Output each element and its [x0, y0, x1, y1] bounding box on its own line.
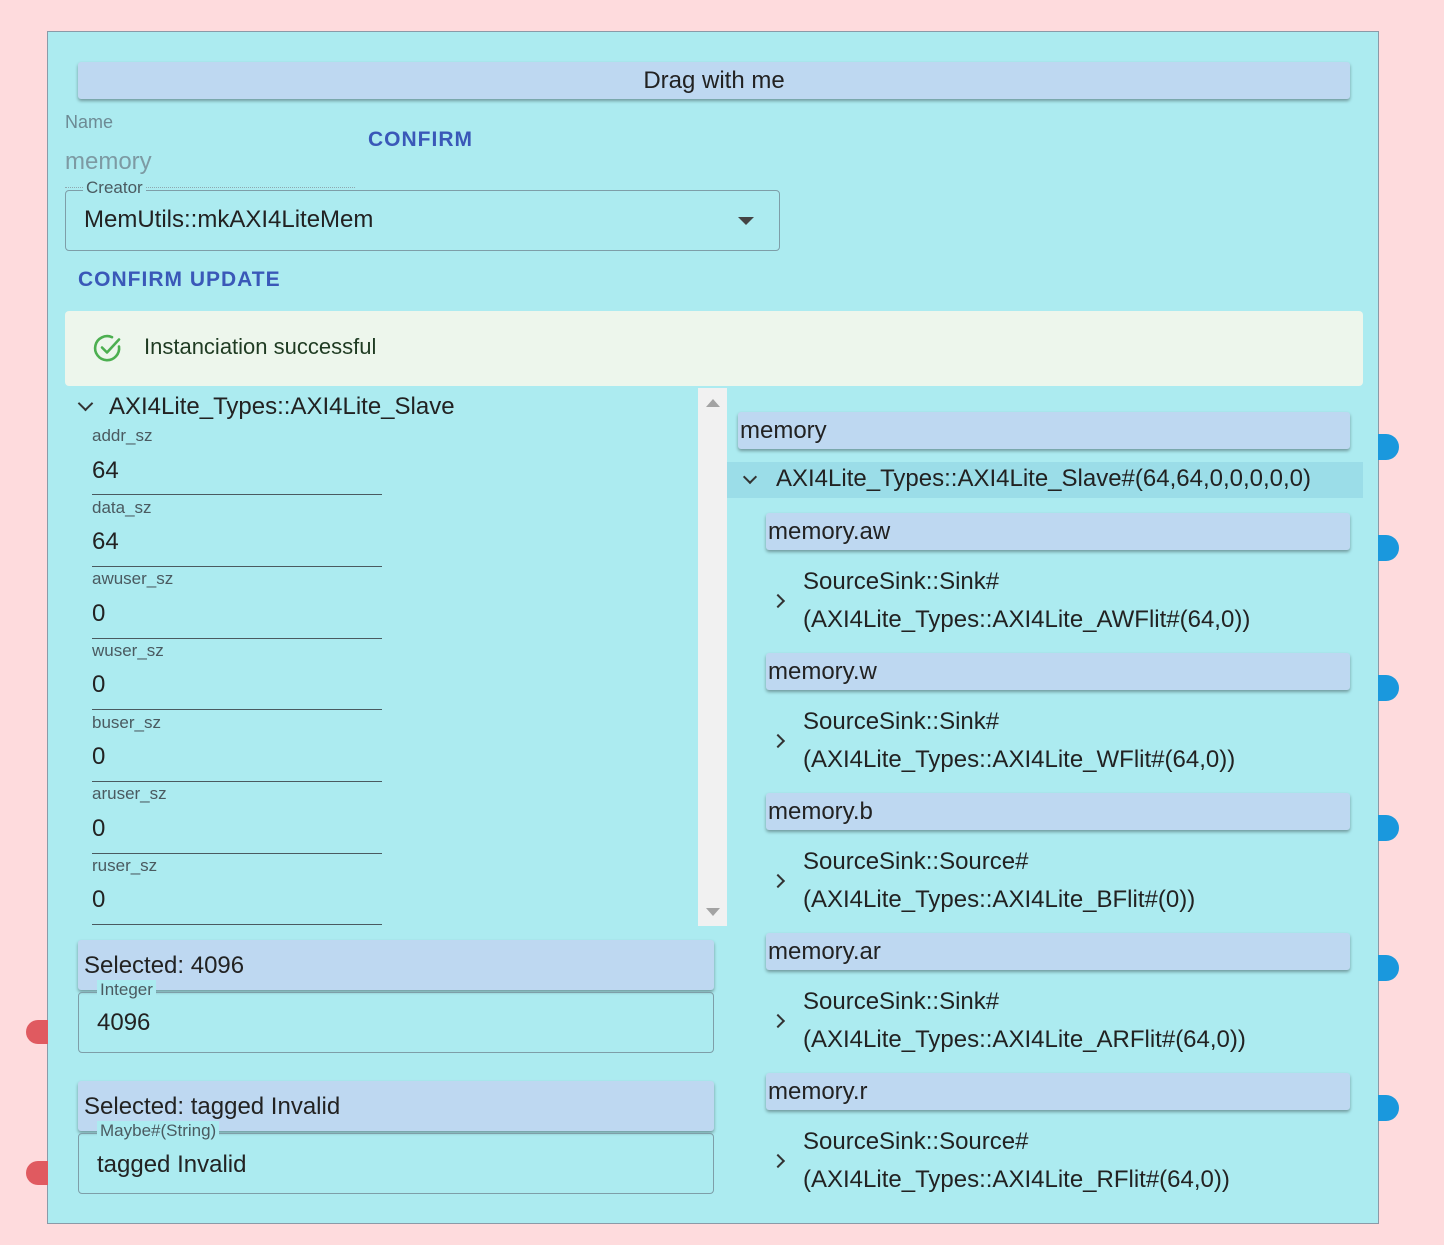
field-underline	[92, 566, 382, 567]
field-input-data-sz[interactable]: 64	[92, 528, 119, 556]
confirm-button[interactable]: CONFIRM	[368, 128, 473, 152]
creator-select-label: Creator	[83, 178, 146, 198]
field-underline	[92, 924, 382, 925]
output-port[interactable]	[1378, 1095, 1399, 1121]
param-type-name: AXI4Lite_Types::AXI4Lite_Slave	[109, 393, 455, 420]
maybe-string-input-label: Maybe#(String)	[97, 1121, 220, 1141]
chevron-down-icon	[77, 395, 94, 412]
field-underline	[92, 709, 382, 710]
output-child-bar-w[interactable]: memory.w	[766, 653, 1350, 690]
output-type-name: AXI4Lite_Types::AXI4Lite_Slave#(64,64,0,…	[776, 465, 1312, 492]
field-label-ruser-sz: ruser_sz	[92, 856, 158, 875]
confirm-update-button[interactable]: CONFIRM UPDATE	[78, 268, 281, 292]
output-port[interactable]	[1378, 955, 1399, 981]
check-circle-icon	[93, 334, 121, 362]
field-input-wuser-sz[interactable]: 0	[92, 671, 105, 699]
output-root-bar[interactable]: memory	[738, 412, 1350, 449]
field-label-aruser-sz: aruser_sz	[92, 784, 167, 803]
input-port[interactable]	[26, 1020, 48, 1044]
output-child-bar-aw[interactable]: memory.aw	[766, 513, 1350, 550]
chevron-right-icon[interactable]	[770, 733, 786, 749]
field-underline	[92, 853, 382, 854]
output-child-type-line1: SourceSink::Source#	[803, 848, 1029, 875]
integer-input-label: Integer	[97, 980, 156, 1000]
param-type-toggle[interactable]: AXI4Lite_Types::AXI4Lite_Slave	[77, 393, 455, 421]
output-child-type-line2: (AXI4Lite_Types::AXI4Lite_WFlit#(64,0))	[803, 746, 1236, 773]
output-child-bar-r[interactable]: memory.r	[766, 1073, 1350, 1110]
drag-handle[interactable]: Drag with me	[78, 62, 1350, 99]
output-port[interactable]	[1378, 535, 1399, 561]
name-field[interactable]: memory	[65, 148, 152, 176]
output-child-type-line1: SourceSink::Sink#	[803, 988, 1000, 1015]
field-label-buser-sz: buser_sz	[92, 713, 161, 732]
integer-input-value[interactable]: 4096	[97, 1009, 150, 1037]
output-child-type-line1: SourceSink::Source#	[803, 1128, 1029, 1155]
maybe-string-input-value[interactable]: tagged Invalid	[97, 1151, 246, 1179]
creator-select-value: MemUtils::mkAXI4LiteMem	[84, 206, 374, 233]
field-input-buser-sz[interactable]: 0	[92, 743, 105, 771]
field-label-wuser-sz: wuser_sz	[92, 641, 164, 660]
chevron-right-icon[interactable]	[770, 1013, 786, 1029]
scroll-down-icon[interactable]	[706, 908, 720, 916]
alert-message: Instanciation successful	[144, 334, 377, 359]
field-label-addr-sz: addr_sz	[92, 426, 153, 445]
chevron-right-icon[interactable]	[770, 873, 786, 889]
output-child-type-line2: (AXI4Lite_Types::AXI4Lite_RFlit#(64,0))	[803, 1166, 1230, 1193]
output-child-type-line2: (AXI4Lite_Types::AXI4Lite_BFlit#(0))	[803, 886, 1196, 913]
parameter-panel[interactable]	[65, 388, 727, 926]
field-label-awuser-sz: awuser_sz	[92, 569, 174, 588]
output-child-type-line1: SourceSink::Sink#	[803, 568, 1000, 595]
output-port[interactable]	[1378, 815, 1399, 841]
output-child-bar-b[interactable]: memory.b	[766, 793, 1350, 830]
chevron-right-icon[interactable]	[770, 593, 786, 609]
output-child-bar-ar[interactable]: memory.ar	[766, 933, 1350, 970]
field-label-data-sz: data_sz	[92, 498, 152, 517]
output-child-type-line2: (AXI4Lite_Types::AXI4Lite_AWFlit#(64,0))	[803, 606, 1251, 633]
output-child-type-line1: SourceSink::Sink#	[803, 708, 1000, 735]
integer-input[interactable]	[78, 992, 714, 1053]
input-selected-bar[interactable]: Selected: 4096	[78, 940, 714, 990]
scroll-up-icon[interactable]	[706, 399, 720, 407]
dropdown-arrow-icon[interactable]	[738, 217, 754, 225]
field-underline	[92, 494, 382, 495]
output-port[interactable]	[1378, 675, 1399, 701]
field-input-addr-sz[interactable]: 64	[92, 457, 119, 485]
field-input-ruser-sz[interactable]: 0	[92, 886, 105, 914]
field-input-awuser-sz[interactable]: 0	[92, 600, 105, 628]
module-node[interactable]: Drag with me Name memory CONFIRM Creator…	[26, 31, 1399, 1224]
field-input-aruser-sz[interactable]: 0	[92, 815, 105, 843]
input-port[interactable]	[26, 1161, 48, 1185]
field-underline	[92, 638, 382, 639]
field-underline	[92, 781, 382, 782]
output-child-type-line2: (AXI4Lite_Types::AXI4Lite_ARFlit#(64,0))	[803, 1026, 1246, 1053]
chevron-right-icon[interactable]	[770, 1153, 786, 1169]
output-port[interactable]	[1378, 434, 1399, 460]
name-field-label: Name	[65, 112, 114, 132]
scrollbar[interactable]	[698, 388, 727, 926]
